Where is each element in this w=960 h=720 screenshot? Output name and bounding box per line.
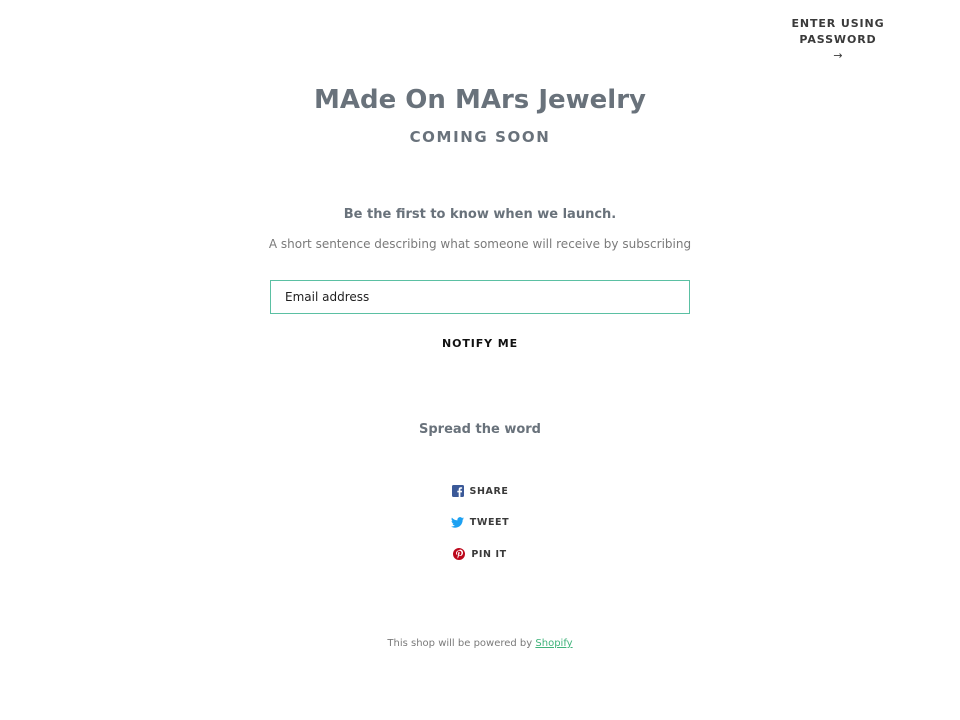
enter-using-password-label: ENTER USING PASSWORD — [791, 17, 885, 46]
share-facebook-button[interactable]: SHARE — [0, 482, 960, 500]
social-heading: Spread the word — [419, 422, 541, 437]
footer: This shop will be powered by Shopify — [0, 636, 960, 652]
email-field[interactable] — [270, 280, 690, 314]
share-pinterest-label: PIN IT — [471, 548, 507, 560]
share-twitter-button[interactable]: TWEET — [0, 513, 960, 531]
notify-me-button[interactable]: NOTIFY ME — [400, 333, 560, 353]
arrow-right-icon: → — [833, 49, 843, 62]
newsletter-heading: Be the first to know when we launch. — [343, 207, 617, 222]
share-pinterest-button[interactable]: PIN IT — [0, 545, 960, 563]
footer-text: This shop will be powered by — [387, 638, 533, 649]
enter-using-password-link[interactable]: ENTER USING PASSWORD → — [758, 16, 918, 64]
newsletter-description: A short sentence describing what someone… — [268, 237, 692, 251]
share-facebook-label: SHARE — [469, 485, 509, 497]
facebook-icon — [451, 485, 464, 497]
shopify-link[interactable]: Shopify — [535, 638, 572, 649]
twitter-icon — [450, 516, 464, 528]
shop-title: MAde On MArs Jewelry — [314, 85, 646, 115]
password-page: ENTER USING PASSWORD → MAde On MArs Jewe… — [0, 0, 960, 720]
coming-soon-label: COMING SOON — [409, 128, 551, 146]
pinterest-icon — [453, 548, 466, 560]
share-twitter-label: TWEET — [469, 516, 510, 528]
